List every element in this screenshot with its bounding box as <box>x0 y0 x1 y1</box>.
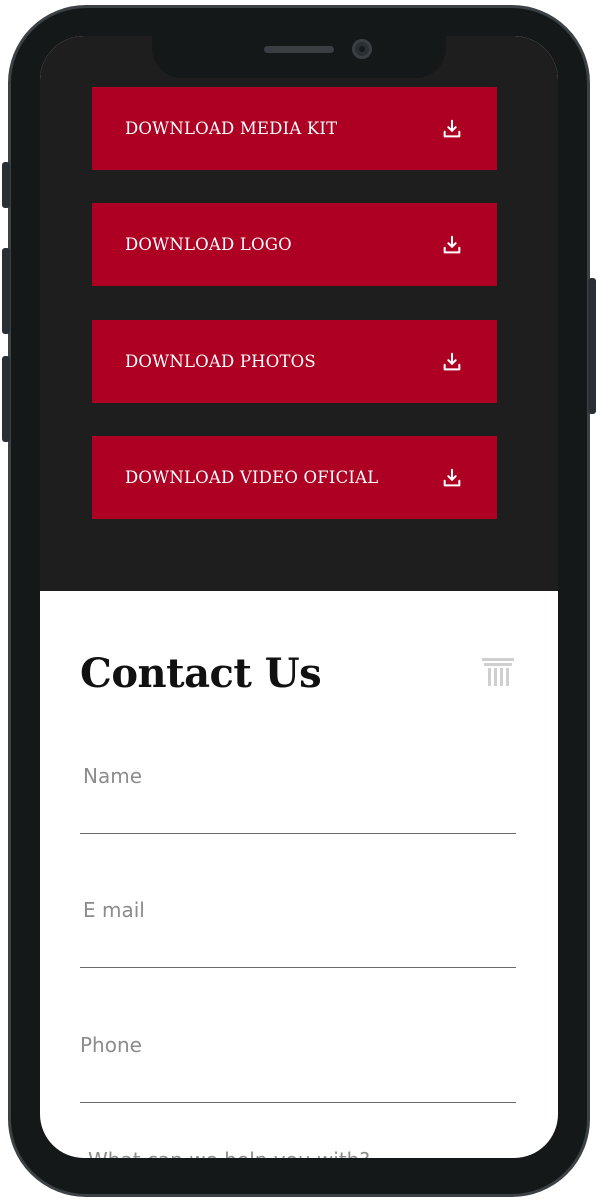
email-label: E mail <box>83 898 145 922</box>
volume-down-button <box>2 356 10 442</box>
name-label: Name <box>83 764 143 788</box>
download-video-button[interactable]: DOWNLOAD VIDEO OFICIAL <box>92 436 497 519</box>
download-button-label: DOWNLOAD LOGO <box>125 235 292 254</box>
contact-title: Contact Us <box>80 650 322 697</box>
screen: DOWNLOAD MEDIA KIT DOWNLOAD LOGO DOWNLOA… <box>40 36 558 1158</box>
download-icon <box>443 468 461 486</box>
notch <box>152 36 446 78</box>
power-button <box>588 278 596 414</box>
download-button-label: DOWNLOAD PHOTOS <box>125 352 316 371</box>
phone-label: Phone <box>80 1033 142 1057</box>
column-icon <box>482 658 514 686</box>
email-field[interactable]: E mail <box>80 898 516 968</box>
download-media-kit-button[interactable]: DOWNLOAD MEDIA KIT <box>92 87 497 170</box>
volume-up-button <box>2 248 10 334</box>
email-input[interactable] <box>80 930 516 962</box>
camera <box>352 39 372 59</box>
speaker <box>264 46 334 53</box>
download-button-label: DOWNLOAD MEDIA KIT <box>125 119 338 138</box>
download-photos-button[interactable]: DOWNLOAD PHOTOS <box>92 320 497 403</box>
phone-input[interactable] <box>80 1065 516 1097</box>
downloads-section: DOWNLOAD MEDIA KIT DOWNLOAD LOGO DOWNLOA… <box>40 36 558 591</box>
download-icon <box>443 119 461 137</box>
download-button-label: DOWNLOAD VIDEO OFICIAL <box>125 468 379 487</box>
name-input[interactable] <box>80 796 516 828</box>
download-logo-button[interactable]: DOWNLOAD LOGO <box>92 203 497 286</box>
mute-switch <box>2 162 10 208</box>
download-icon <box>443 352 461 370</box>
next-question-label: What can we help you with? <box>88 1148 370 1158</box>
download-icon <box>443 235 461 253</box>
phone-field[interactable]: Phone <box>80 1033 516 1103</box>
name-field[interactable]: Name <box>80 764 516 834</box>
